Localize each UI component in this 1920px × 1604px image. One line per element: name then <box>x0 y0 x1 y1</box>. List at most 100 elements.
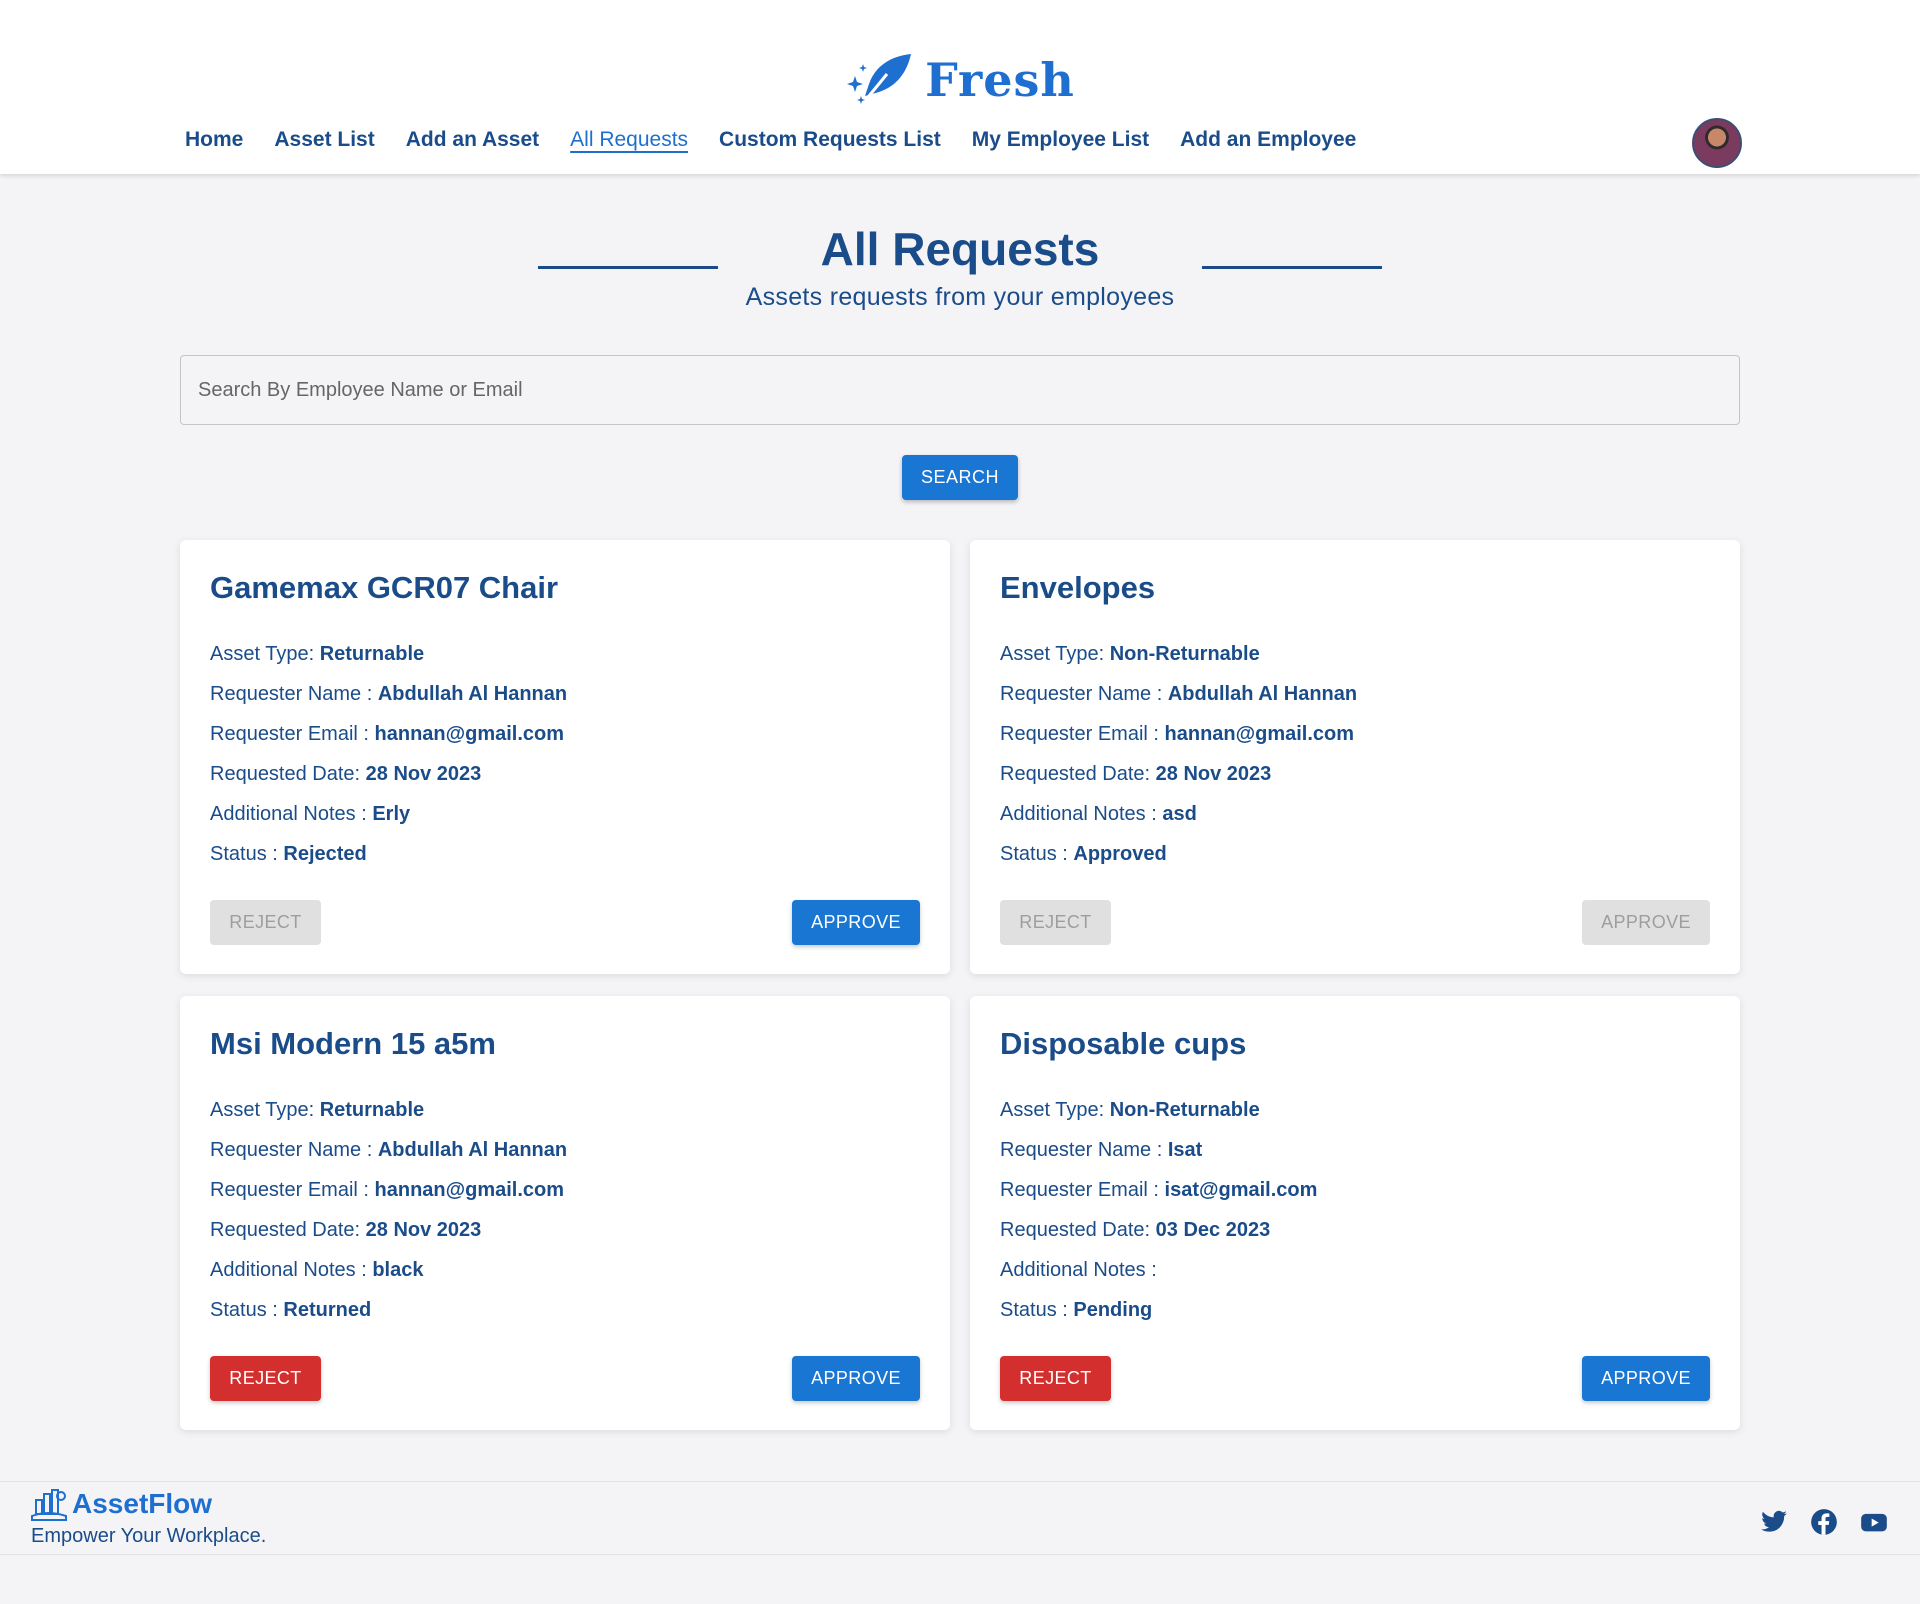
facebook-icon[interactable] <box>1810 1508 1838 1536</box>
title-divider-right <box>1202 266 1382 269</box>
approve-button[interactable]: APPROVE <box>792 900 920 945</box>
field-label: Additional Notes : <box>210 1259 373 1281</box>
search-input[interactable] <box>180 355 1740 425</box>
approve-button[interactable]: APPROVE <box>1582 1356 1710 1401</box>
field-requester-name: Requester Name : Abdullah Al Hannan <box>210 683 567 706</box>
field-label: Additional Notes : <box>1000 1259 1157 1281</box>
field-additional-notes: Additional Notes : <box>1000 1259 1157 1282</box>
nav-item-all-requests[interactable]: All Requests <box>570 128 688 152</box>
field-label: Asset Type: <box>210 643 320 665</box>
field-label: Status : <box>210 1299 284 1321</box>
field-label: Asset Type: <box>1000 643 1110 665</box>
request-asset-title: Gamemax GCR07 Chair <box>210 570 559 605</box>
field-value: hannan@gmail.com <box>1164 723 1355 745</box>
field-value: Approved <box>1073 843 1167 865</box>
reject-button[interactable]: REJECT <box>210 1356 321 1401</box>
field-asset-type: Asset Type: Returnable <box>210 643 424 666</box>
approve-button[interactable]: APPROVE <box>1582 900 1710 945</box>
field-value: Non-Returnable <box>1109 643 1260 665</box>
field-status: Status : Rejected <box>210 843 367 866</box>
field-additional-notes: Additional Notes : asd <box>1000 803 1197 826</box>
field-label: Requested Date: <box>210 1219 366 1241</box>
main-nav: Home Asset List Add an Asset All Request… <box>185 128 1356 152</box>
field-value: Erly <box>372 803 411 825</box>
footer-brand-name: AssetFlow <box>72 1488 213 1519</box>
field-label: Asset Type: <box>1000 1099 1110 1121</box>
field-value: Non-Returnable <box>1109 1099 1260 1121</box>
request-card: Envelopes Asset Type: Non-Returnable Reque… <box>970 540 1740 974</box>
twitter-icon[interactable] <box>1760 1508 1788 1536</box>
field-requester-email: Requester Email : hannan@gmail.com <box>210 723 564 746</box>
field-requested-date: Requested Date: 03 Dec 2023 <box>1000 1219 1270 1242</box>
field-value: 28 Nov 2023 <box>365 763 482 785</box>
field-asset-type: Asset Type: Non-Returnable <box>1000 1099 1260 1122</box>
request-card: Msi Modern 15 a5m Asset Type: Returnable R… <box>180 996 950 1430</box>
reject-button[interactable]: REJECT <box>1000 1356 1111 1401</box>
field-label: Status : <box>210 843 284 865</box>
field-label: Requested Date: <box>1000 763 1156 785</box>
field-asset-type: Asset Type: Returnable <box>210 1099 424 1122</box>
field-label: Requester Email : <box>1000 723 1165 745</box>
field-requester-email: Requester Email : hannan@gmail.com <box>210 1179 564 1202</box>
rocket-leaf-icon <box>847 54 912 104</box>
page-subtitle: Assets requests from your employees <box>745 283 1175 311</box>
field-value: Abdullah Al Hannan <box>377 683 568 705</box>
nav-item-custom-requests-list[interactable]: Custom Requests List <box>719 128 941 152</box>
nav-item-asset-list[interactable]: Asset List <box>274 128 374 152</box>
field-label: Requester Name : <box>1000 1139 1168 1161</box>
field-label: Requester Email : <box>1000 1179 1165 1201</box>
approve-button[interactable]: APPROVE <box>792 1356 920 1401</box>
page-title-row: All Requests <box>0 222 1920 282</box>
assetflow-logo-icon <box>31 1489 67 1521</box>
field-status: Status : Approved <box>1000 843 1167 866</box>
user-avatar[interactable] <box>1692 118 1742 168</box>
youtube-icon[interactable] <box>1860 1508 1888 1536</box>
field-value: asd <box>1162 803 1197 825</box>
field-value: Returnable <box>319 1099 425 1121</box>
field-requester-name: Requester Name : Abdullah Al Hannan <box>1000 683 1357 706</box>
footer: AssetFlow Empower Your Workplace. <box>0 1481 1920 1555</box>
field-additional-notes: Additional Notes : black <box>210 1259 423 1282</box>
nav-item-my-employee-list[interactable]: My Employee List <box>972 128 1149 152</box>
field-requester-name: Requester Name : Isat <box>1000 1139 1202 1162</box>
field-value: hannan@gmail.com <box>374 1179 565 1201</box>
field-label: Asset Type: <box>210 1099 320 1121</box>
field-value: hannan@gmail.com <box>374 723 565 745</box>
field-requester-email: Requester Email : isat@gmail.com <box>1000 1179 1317 1202</box>
field-label: Requester Name : <box>210 1139 378 1161</box>
field-label: Status : <box>1000 843 1074 865</box>
field-requested-date: Requested Date: 28 Nov 2023 <box>1000 763 1271 786</box>
brand-logo[interactable]: Fresh <box>0 52 1920 108</box>
field-value: black <box>372 1259 424 1281</box>
request-asset-title: Disposable cups <box>1000 1026 1247 1061</box>
top-header: Fresh Home Asset List Add an Asset All R… <box>0 0 1920 174</box>
field-value: 03 Dec 2023 <box>1155 1219 1271 1241</box>
request-asset-title: Msi Modern 15 a5m <box>210 1026 496 1061</box>
field-value: Isat <box>1167 1139 1203 1161</box>
field-value: Abdullah Al Hannan <box>1167 683 1358 705</box>
field-status: Status : Returned <box>210 1299 371 1322</box>
field-label: Additional Notes : <box>1000 803 1163 825</box>
field-label: Status : <box>1000 1299 1074 1321</box>
reject-button[interactable]: REJECT <box>210 900 321 945</box>
field-value: Rejected <box>283 843 367 865</box>
nav-item-add-asset[interactable]: Add an Asset <box>406 128 539 152</box>
field-asset-type: Asset Type: Non-Returnable <box>1000 643 1260 666</box>
field-label: Requester Email : <box>210 723 375 745</box>
field-requester-email: Requester Email : hannan@gmail.com <box>1000 723 1354 746</box>
reject-button[interactable]: REJECT <box>1000 900 1111 945</box>
footer-logo[interactable]: AssetFlow <box>30 1486 212 1522</box>
page-title: All Requests <box>820 223 1100 275</box>
brand-name: Fresh <box>925 53 1075 107</box>
field-requester-name: Requester Name : Abdullah Al Hannan <box>210 1139 567 1162</box>
search-button[interactable]: SEARCH <box>902 455 1018 500</box>
field-label: Additional Notes : <box>210 803 373 825</box>
nav-item-home[interactable]: Home <box>185 128 243 152</box>
field-additional-notes: Additional Notes : Erly <box>210 803 410 826</box>
field-label: Requester Email : <box>210 1179 375 1201</box>
field-label: Requested Date: <box>1000 1219 1156 1241</box>
field-value: 28 Nov 2023 <box>365 1219 482 1241</box>
field-label: Requested Date: <box>210 763 366 785</box>
field-label: Requester Name : <box>1000 683 1168 705</box>
nav-item-add-employee[interactable]: Add an Employee <box>1180 128 1356 152</box>
